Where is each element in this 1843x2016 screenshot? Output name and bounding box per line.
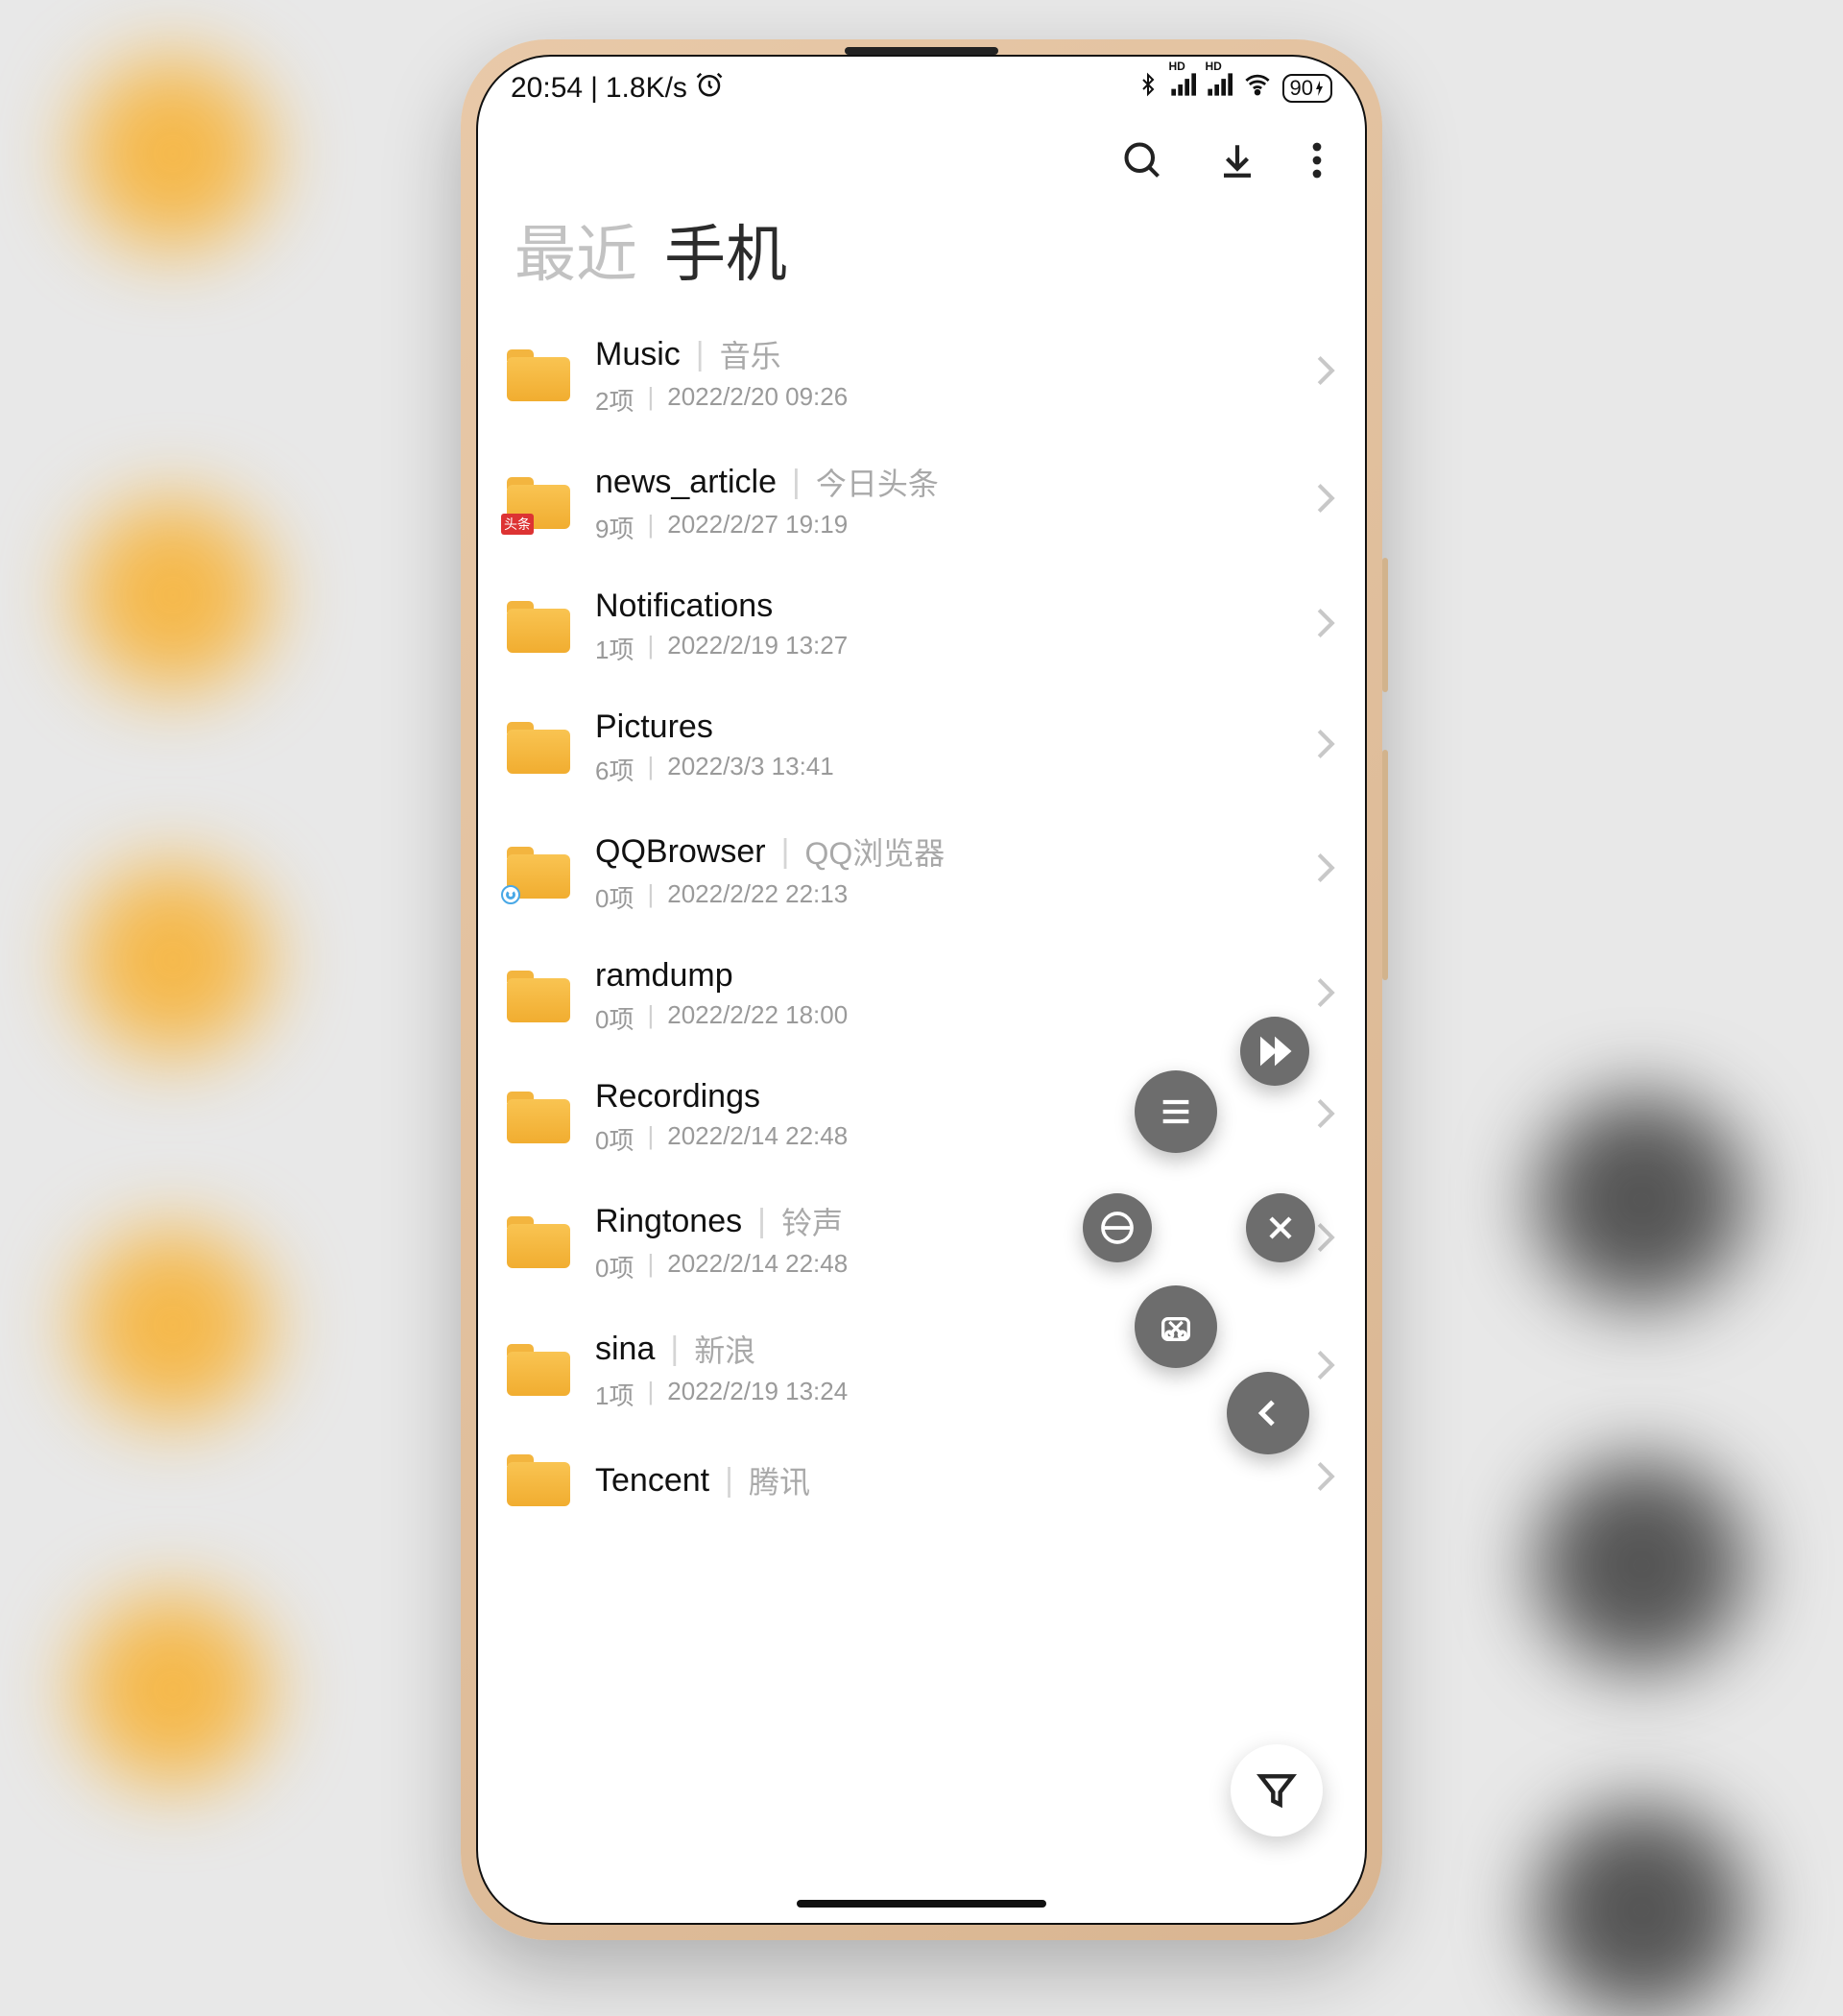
phone-side-button	[1382, 558, 1388, 692]
toolbar	[478, 120, 1365, 196]
chevron-right-icon	[1315, 1349, 1336, 1390]
folder-date: 2022/2/22 22:13	[667, 879, 848, 915]
folder-icon	[507, 601, 570, 653]
screenshot-button[interactable]	[1135, 1285, 1217, 1368]
signal-icon: HD	[1169, 71, 1196, 106]
folder-icon	[507, 971, 570, 1022]
folder-name: Music	[595, 336, 681, 373]
folder-tag: 音乐	[720, 332, 781, 376]
folder-name: Recordings	[595, 1078, 760, 1116]
bluetooth-icon	[1137, 70, 1160, 107]
folder-item-count: 0项	[595, 879, 634, 915]
folder-item-count: 1项	[595, 631, 634, 666]
folder-tag: 腾讯	[749, 1458, 810, 1502]
folder-tag: QQ浏览器	[804, 829, 945, 874]
folder-date: 2022/3/3 13:41	[667, 752, 834, 787]
download-icon[interactable]	[1217, 140, 1257, 185]
fast-forward-button[interactable]	[1240, 1017, 1309, 1086]
status-bar: 20:54 | 1.8K/s HD HD	[478, 57, 1365, 120]
folder-row[interactable]: Pictures 6项|2022/3/3 13:41	[478, 687, 1365, 808]
folder-date: 2022/2/22 18:00	[667, 1000, 848, 1036]
tab-recent[interactable]: 最近	[515, 205, 637, 294]
status-sep: |	[590, 72, 598, 105]
folder-tag: 铃声	[781, 1199, 843, 1243]
folder-date: 2022/2/19 13:24	[667, 1377, 848, 1412]
phone-side-button	[1382, 750, 1388, 980]
status-net-speed: 1.8K/s	[606, 72, 687, 105]
folder-row[interactable]: Notifications 1项|2022/2/19 13:27	[478, 566, 1365, 687]
chevron-right-icon	[1315, 354, 1336, 396]
folder-name: Notifications	[595, 588, 773, 625]
chevron-right-icon	[1315, 1460, 1336, 1501]
chevron-right-icon	[1315, 976, 1336, 1018]
folder-date: 2022/2/20 09:26	[667, 382, 848, 418]
signal-icon: HD	[1206, 71, 1233, 106]
folder-row[interactable]: Recordings 0项|2022/2/14 22:48	[478, 1057, 1365, 1178]
wifi-icon	[1242, 71, 1273, 106]
folder-tag: 新浪	[694, 1327, 755, 1371]
folder-name: ramdump	[595, 957, 733, 995]
folder-icon	[507, 1344, 570, 1396]
phone-frame: 20:54 | 1.8K/s HD HD	[461, 39, 1382, 1940]
folder-row[interactable]: Ringtones|铃声 0项|2022/2/14 22:48	[478, 1178, 1365, 1306]
folder-date: 2022/2/19 13:27	[667, 631, 848, 666]
tab-phone[interactable]: 手机	[664, 205, 787, 294]
folder-tag: 今日头条	[816, 460, 939, 504]
chevron-right-icon	[1315, 482, 1336, 523]
more-icon[interactable]	[1311, 140, 1323, 185]
alarm-icon	[695, 70, 724, 107]
folder-name: QQBrowser	[595, 833, 766, 871]
folder-item-count: 6项	[595, 752, 634, 787]
chevron-right-icon	[1315, 728, 1336, 769]
folder-icon: 头条	[507, 477, 570, 529]
chevron-right-icon	[1315, 1221, 1336, 1262]
home-indicator[interactable]	[797, 1900, 1046, 1908]
folder-icon	[507, 722, 570, 774]
folder-date: 2022/2/14 22:48	[667, 1121, 848, 1157]
folder-icon	[507, 349, 570, 401]
folder-name: Tencent	[595, 1462, 709, 1500]
folder-name: Ringtones	[595, 1203, 742, 1240]
folder-item-count: 0项	[595, 1249, 634, 1284]
folder-name: sina	[595, 1331, 655, 1368]
folder-row[interactable]: Music|音乐 2项|2022/2/20 09:26	[478, 311, 1365, 439]
folder-icon	[507, 1216, 570, 1268]
folder-item-count: 2项	[595, 382, 634, 418]
folder-list[interactable]: Music|音乐 2项|2022/2/20 09:26 头条 news_arti…	[478, 311, 1365, 1923]
folder-row[interactable]: 头条 news_article|今日头条 9项|2022/2/27 19:19	[478, 439, 1365, 566]
folder-item-count: 9项	[595, 510, 634, 545]
search-icon[interactable]	[1121, 139, 1163, 186]
back-button[interactable]	[1227, 1372, 1309, 1454]
battery-icon: 90	[1282, 74, 1332, 103]
status-time: 20:54	[511, 72, 583, 105]
folder-row[interactable]: QQBrowser|QQ浏览器 0项|2022/2/22 22:13	[478, 808, 1365, 936]
menu-button[interactable]	[1135, 1070, 1217, 1153]
view-tabs: 最近 手机	[478, 196, 1365, 311]
folder-name: Pictures	[595, 708, 713, 746]
folder-item-count: 1项	[595, 1377, 634, 1412]
folder-row[interactable]: ramdump 0项|2022/2/22 18:00	[478, 936, 1365, 1057]
folder-row[interactable]: Tencent|腾讯	[478, 1433, 1365, 1527]
chevron-right-icon	[1315, 852, 1336, 893]
folder-item-count: 0项	[595, 1121, 634, 1157]
folder-name: news_article	[595, 464, 777, 501]
chevron-right-icon	[1315, 1097, 1336, 1139]
folder-date: 2022/2/14 22:48	[667, 1249, 848, 1284]
folder-icon	[507, 1454, 570, 1506]
chevron-right-icon	[1315, 607, 1336, 648]
filter-button[interactable]	[1231, 1744, 1323, 1836]
lock-button[interactable]	[1083, 1193, 1152, 1262]
folder-icon	[507, 847, 570, 899]
phone-speaker	[845, 47, 998, 55]
close-button[interactable]	[1246, 1193, 1315, 1262]
screen: 20:54 | 1.8K/s HD HD	[476, 55, 1367, 1925]
folder-icon	[507, 1092, 570, 1143]
folder-date: 2022/2/27 19:19	[667, 510, 848, 545]
folder-item-count: 0项	[595, 1000, 634, 1036]
